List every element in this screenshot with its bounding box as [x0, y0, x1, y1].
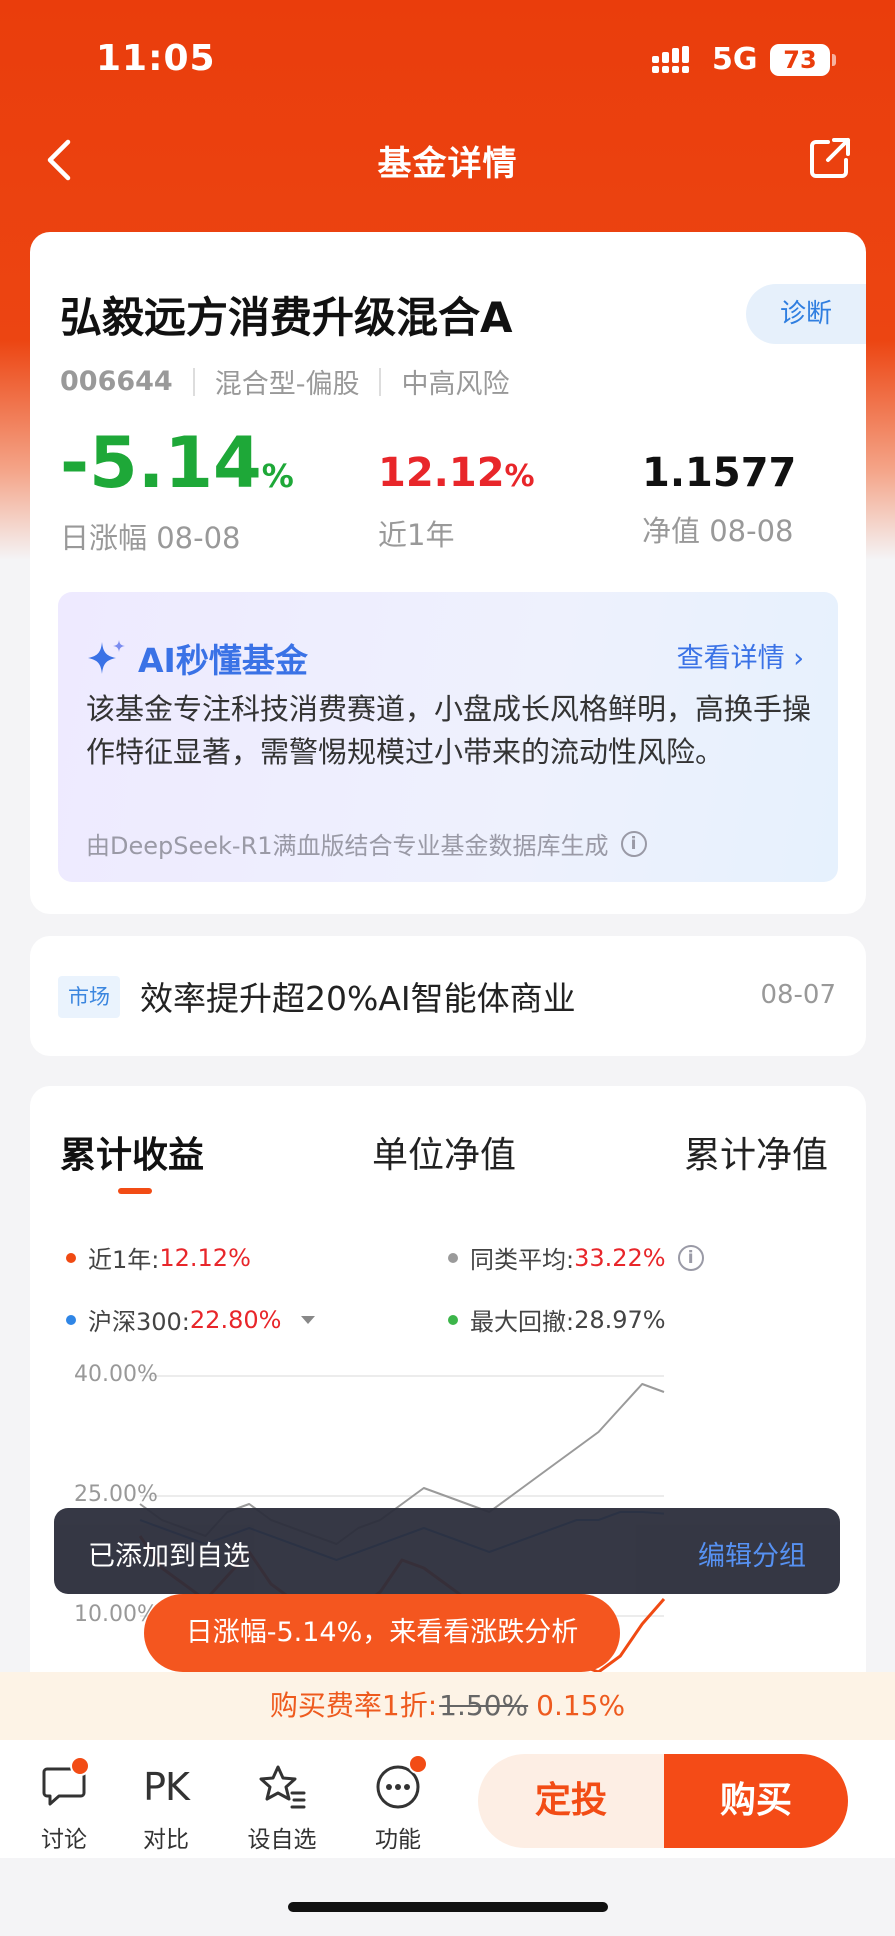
compare-label: 对比: [143, 1827, 189, 1853]
add-watchlist-button[interactable]: 设自选: [242, 1762, 322, 1854]
page-title: 基金详情: [377, 144, 518, 184]
status-bar: 11:05 5G 73: [0, 0, 895, 110]
discuss-label: 讨论: [41, 1827, 87, 1853]
fund-risk: 中高风险: [401, 369, 510, 400]
y-tick-label: 40.00%: [74, 1362, 158, 1387]
notification-badge: [70, 1756, 90, 1776]
ai-footer: 由DeepSeek-R1满血版结合专业基金数据库生成 i: [86, 826, 647, 861]
news-tag: 市场: [58, 976, 120, 1018]
ai-summary-text: 该基金专注科技消费赛道，小盘成长风格鲜明，高换手操作特征显著，需警惕规模过小带来…: [86, 692, 812, 769]
compare-button[interactable]: PK 对比: [126, 1762, 206, 1854]
functions-button[interactable]: 功能: [358, 1754, 438, 1854]
fee-current: 0.15%: [536, 1689, 626, 1722]
nav-label: 净值 08-08: [642, 514, 794, 548]
watchlist-label: 设自选: [247, 1827, 317, 1853]
ai-summary-card[interactable]: AI秒懂基金 查看详情 › 该基金专注科技消费赛道，小盘成长风格鲜明，高换手操作…: [58, 592, 838, 882]
toast-notification: 已添加到自选 编辑分组: [54, 1508, 840, 1594]
divider: [192, 367, 195, 396]
daily-change-stat: -5.14% 日涨幅 08-08: [60, 422, 294, 557]
sparkle-icon: [88, 640, 125, 674]
news-date: 08-07: [760, 980, 836, 1010]
battery-icon: 73: [770, 44, 830, 76]
fee-banner: 购买费率1折:1.50% 0.15%: [0, 1672, 895, 1740]
signal-icon: [652, 46, 689, 73]
diagnose-button[interactable]: 诊断: [746, 284, 866, 344]
bottom-action-bar: 讨论 PK 对比 设自选 功能 定投 购买: [0, 1740, 895, 1858]
share-icon[interactable]: [806, 134, 854, 182]
fund-code: 006644: [60, 366, 173, 397]
fund-summary-card: 弘毅远方消费升级混合A 诊断 006644 混合型-偏股 中高风险 -5.14%…: [30, 232, 866, 588]
ai-more-link[interactable]: 查看详情 ›: [677, 636, 804, 675]
nav-bar: 基金详情: [0, 120, 895, 200]
daily-change-label: 日涨幅 08-08: [60, 521, 241, 555]
y-tick-label: 25.00%: [74, 1482, 158, 1507]
network-type: 5G: [712, 42, 758, 77]
nav-stat: 1.1577 净值 08-08: [642, 444, 796, 550]
battery-cap: [832, 54, 836, 66]
ai-title: AI秒懂基金: [86, 634, 308, 682]
fee-original: 1.50%: [439, 1689, 529, 1722]
star-list-icon: [259, 1765, 306, 1809]
daily-change-value: -5.14: [60, 422, 262, 504]
pk-icon: PK: [143, 1765, 190, 1809]
year-return-label: 近1年: [378, 518, 455, 552]
ai-summary-section: AI秒懂基金 查看详情 › 该基金专注科技消费赛道，小盘成长风格鲜明，高换手操作…: [30, 580, 866, 914]
notification-badge: [408, 1754, 428, 1774]
year-return-stat: 12.12% 近1年: [378, 444, 535, 554]
fund-name: 弘毅远方消费升级混合A: [60, 293, 513, 342]
buy-button[interactable]: 购买: [664, 1754, 848, 1848]
info-icon[interactable]: i: [620, 830, 647, 857]
toast-message: 已添加到自选: [88, 1541, 250, 1572]
functions-label: 功能: [375, 1827, 421, 1853]
edit-group-link[interactable]: 编辑分组: [698, 1534, 806, 1573]
home-indicator: [288, 1902, 608, 1912]
fund-category: 混合型-偏股: [214, 369, 360, 400]
fund-meta: 006644 混合型-偏股 中高风险: [60, 362, 509, 401]
discuss-button[interactable]: 讨论: [24, 1756, 104, 1854]
nav-value: 1.1577: [642, 450, 797, 496]
news-item[interactable]: 市场 效率提升超20%AI智能体商业 08-07: [30, 936, 866, 1056]
divider: [379, 367, 382, 396]
auto-invest-button[interactable]: 定投: [478, 1754, 664, 1848]
news-headline: 效率提升超20%AI智能体商业: [140, 979, 576, 1018]
fee-prefix: 购买费率1折:: [269, 1689, 438, 1722]
change-analysis-pill[interactable]: 日涨幅-5.14%，来看看涨跌分析: [144, 1594, 620, 1672]
year-return-unit: %: [504, 459, 535, 494]
year-return-value: 12.12: [378, 450, 505, 496]
ai-title-text: AI秒懂基金: [138, 641, 308, 680]
ai-footer-text: 由DeepSeek-R1满血版结合专业基金数据库生成: [86, 832, 609, 860]
status-time: 11:05: [96, 38, 216, 79]
daily-change-unit: %: [261, 457, 294, 495]
